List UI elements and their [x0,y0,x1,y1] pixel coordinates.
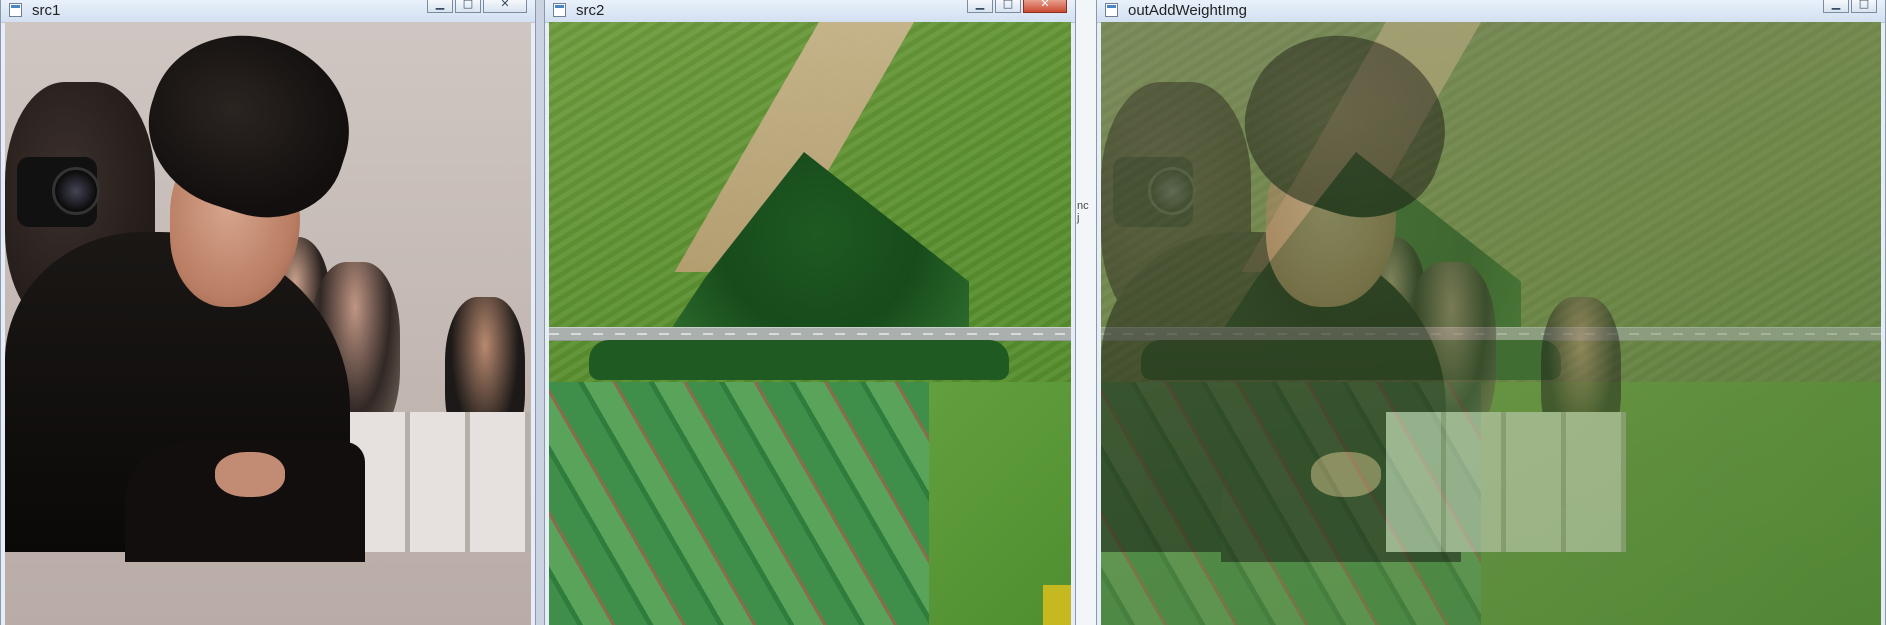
minimize-button[interactable]: ▁ [967,0,993,13]
minimize-icon: ▁ [1831,0,1841,10]
window-src1[interactable]: src1 ▁ □ ✕ [0,0,536,625]
image-canvas-src1 [5,22,531,625]
image-canvas-src2 [549,22,1071,625]
window-src2[interactable]: src2 ▁ □ ✕ [544,0,1076,625]
image-canvas-blended [1101,22,1881,625]
maximize-icon: □ [1002,0,1014,10]
close-icon: ✕ [500,0,510,10]
window-src2-titlebar[interactable]: src2 ▁ □ ✕ [545,0,1075,23]
camera-lens-shape [17,157,100,227]
blended-photo-layer [1101,22,1881,625]
close-button[interactable]: ✕ [1023,0,1067,13]
minimize-icon: ▁ [435,0,445,10]
window-outAddWeightImg-titlebar[interactable]: outAddWeightImg ▁ □ [1097,0,1885,23]
minimize-button[interactable]: ▁ [1823,0,1849,13]
close-button[interactable]: ✕ [483,0,527,13]
background-window-text: nc j [1077,200,1089,224]
maximize-button[interactable]: □ [1851,0,1877,13]
window-title: src2 [576,2,605,19]
window-src1-titlebar[interactable]: src1 ▁ □ ✕ [1,0,535,23]
window-outAddWeightImg[interactable]: outAddWeightImg ▁ □ [1096,0,1886,625]
maximize-button[interactable]: □ [995,0,1021,13]
app-window-icon [1105,3,1118,17]
yellow-field [1043,585,1071,625]
crop-plots [549,382,929,625]
minimize-icon: ▁ [975,0,985,10]
close-icon: ✕ [1040,0,1050,10]
app-window-icon [553,3,566,17]
road [549,327,1071,341]
background-window-strip [1076,0,1098,625]
window-title: outAddWeightImg [1128,2,1247,19]
minimize-button[interactable]: ▁ [427,0,453,13]
app-window-icon [9,3,22,17]
maximize-button[interactable]: □ [455,0,481,13]
window-title: src1 [32,2,61,19]
tree-belt [589,340,1009,380]
desktop-edge-middle [536,0,544,625]
maximize-icon: □ [462,0,474,10]
hand-shape [215,452,285,497]
maximize-icon: □ [1858,0,1870,10]
